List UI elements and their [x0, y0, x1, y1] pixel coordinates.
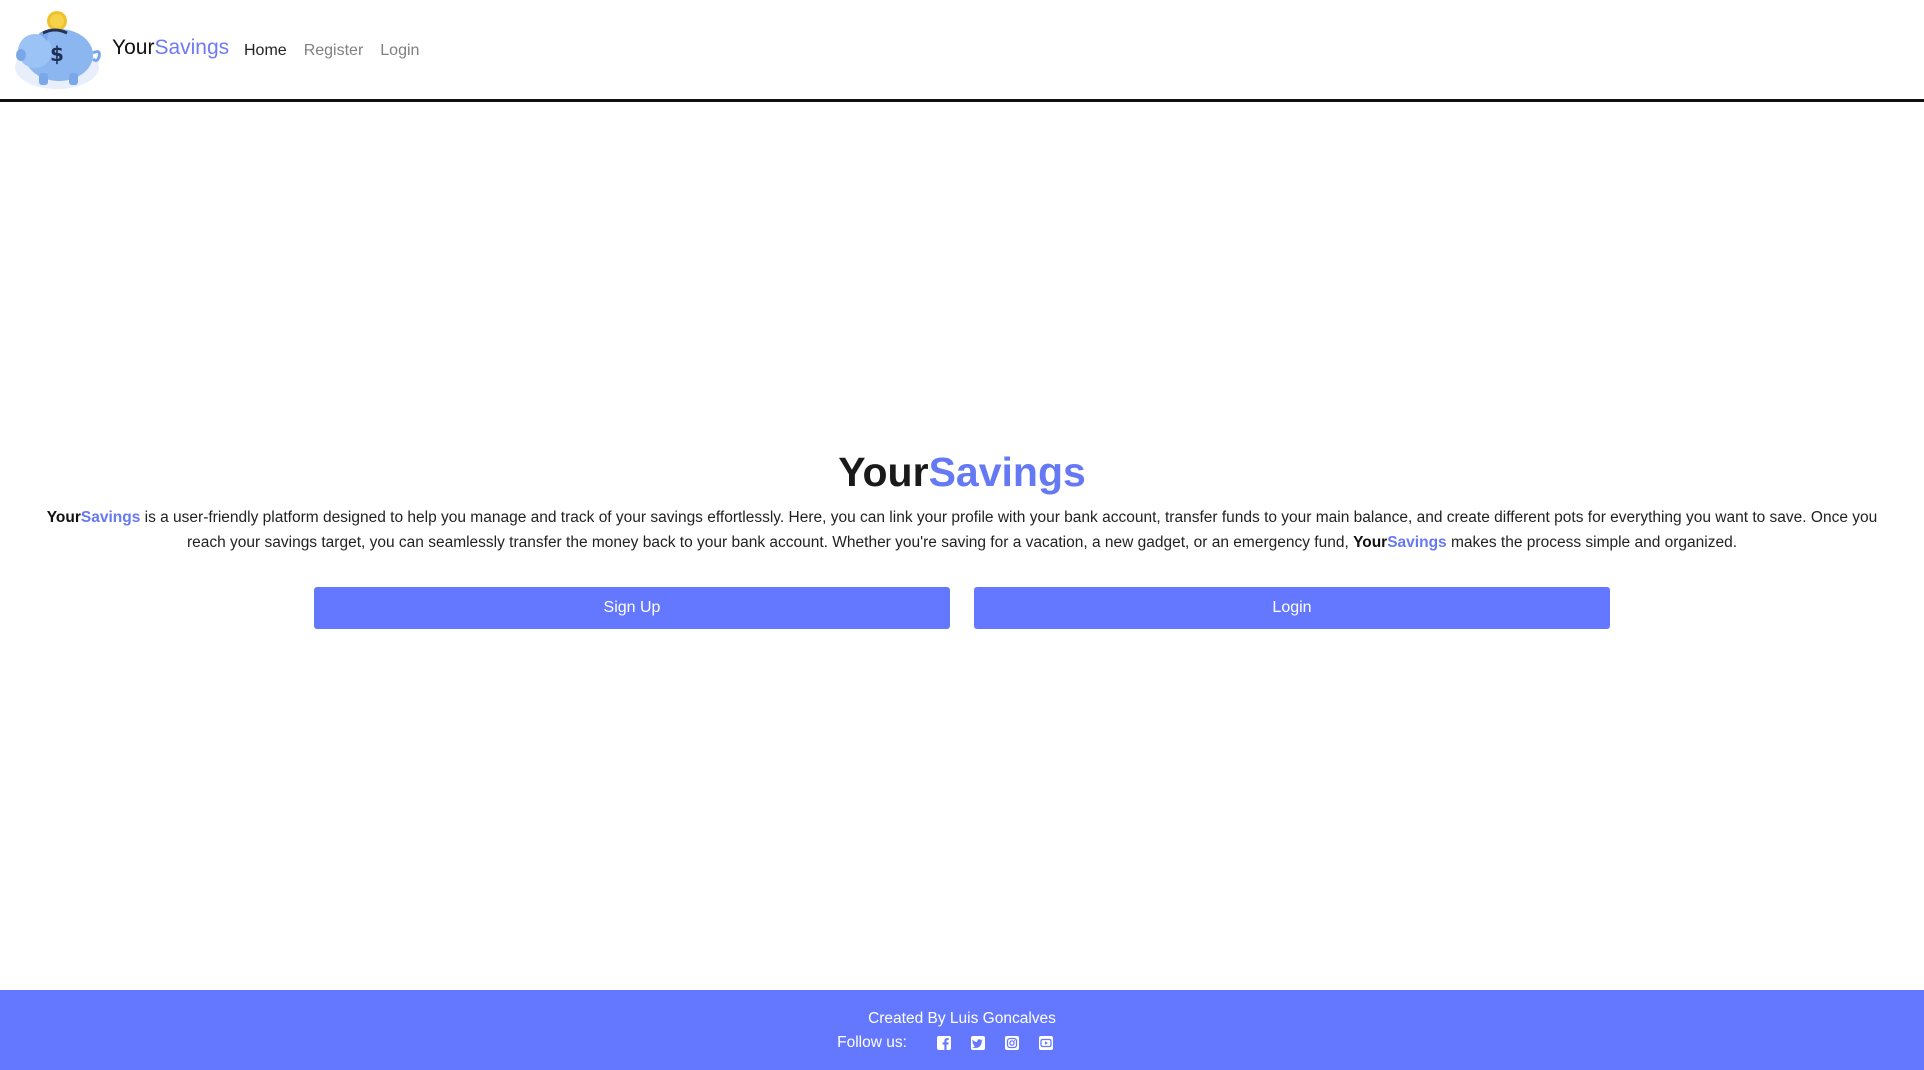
- brand-first: Your: [112, 36, 155, 59]
- svg-text:$: $: [50, 42, 64, 66]
- nav-links: Home Register Login: [244, 40, 419, 62]
- footer-social: Follow us:: [0, 1033, 1924, 1053]
- youtube-icon[interactable]: [1038, 1035, 1054, 1051]
- page: $ YourSavings Home Register Login YourSa…: [0, 0, 1924, 1070]
- brand-name[interactable]: YourSavings: [112, 36, 229, 60]
- hero-title: YourSavings: [0, 446, 1924, 498]
- instagram-icon[interactable]: [1004, 1035, 1020, 1051]
- nav-register[interactable]: Register: [304, 40, 364, 62]
- follow-us-label: Follow us:: [837, 1034, 907, 1051]
- hero-title-second: Savings: [928, 449, 1086, 495]
- login-button[interactable]: Login: [974, 587, 1610, 629]
- hero-title-first: Your: [838, 449, 929, 495]
- nav-home[interactable]: Home: [244, 40, 287, 62]
- piggy-bank-icon[interactable]: $: [13, 9, 105, 89]
- facebook-icon[interactable]: [936, 1035, 952, 1051]
- footer-credit: Created By Luis Goncalves: [868, 1010, 1056, 1027]
- sign-up-button[interactable]: Sign Up: [314, 587, 950, 629]
- brand-second: Savings: [154, 36, 230, 59]
- navbar: $ YourSavings Home Register Login: [0, 0, 1924, 102]
- nav-login[interactable]: Login: [380, 40, 419, 62]
- desc-brand-first-2: Your: [1353, 534, 1388, 551]
- desc-brand-second: Savings: [80, 509, 141, 526]
- desc-part2: makes the process simple and organized.: [1446, 534, 1738, 551]
- desc-brand-first: Your: [46, 509, 81, 526]
- hero-description: YourSavings is a user-friendly platform …: [30, 505, 1894, 555]
- desc-brand-second-2: Savings: [1387, 534, 1447, 551]
- twitter-icon[interactable]: [970, 1035, 986, 1051]
- footer: Created By Luis Goncalves Follow us:: [0, 990, 1924, 1070]
